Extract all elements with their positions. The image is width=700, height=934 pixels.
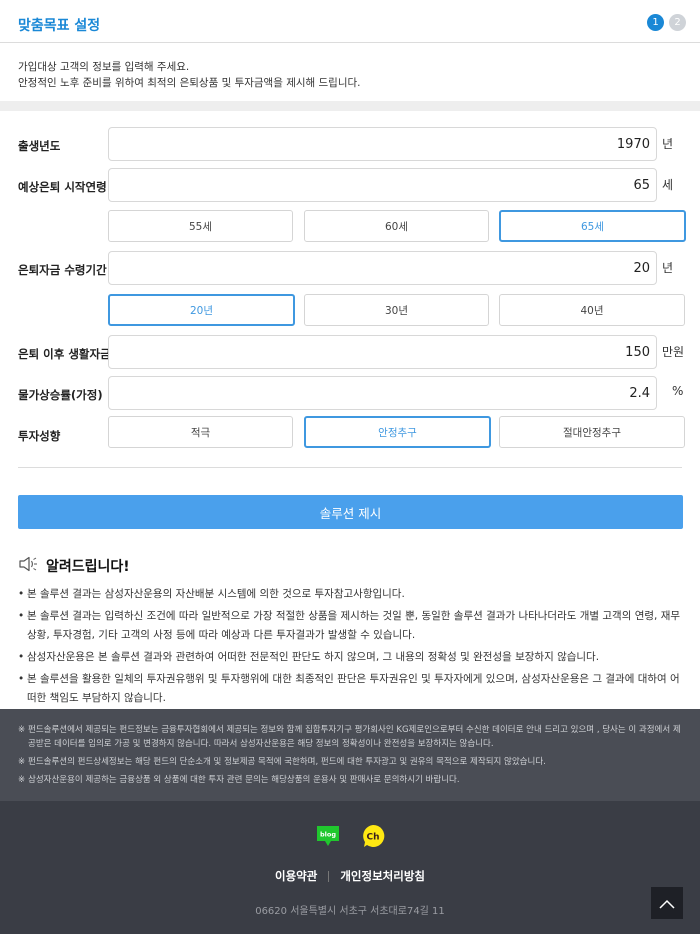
privacy-policy-link[interactable]: 개인정보처리방침 bbox=[340, 868, 425, 884]
disclaimer-item: ※ 삼성자산운용이 제공하는 금융상품 외 상품에 대한 투자 관련 문의는 해당… bbox=[18, 773, 682, 787]
terms-link[interactable]: 이용약관 bbox=[275, 868, 317, 884]
living-cost-unit: 만원 bbox=[662, 345, 685, 359]
risk-option-stable[interactable]: 안정추구 bbox=[304, 416, 491, 448]
retire-age-option-60[interactable]: 60세 bbox=[304, 210, 489, 242]
payout-period-label: 은퇴자금 수령기간 bbox=[18, 263, 107, 277]
intro-line-1: 가입대상 고객의 정보를 입력해 주세요. bbox=[18, 61, 190, 73]
retire-age-label: 예상은퇴 시작연령 bbox=[18, 180, 107, 194]
notice-list: 본 솔루션 결과는 삼성자산운용의 자산배분 시스템에 의한 것으로 투자참고사… bbox=[18, 585, 683, 711]
inflation-input[interactable]: 2.4 bbox=[108, 376, 657, 410]
company-address: 06620 서울특별시 서초구 서초대로74길 11 bbox=[255, 906, 445, 917]
footer-links: 이용약관 개인정보처리방침 bbox=[0, 868, 700, 884]
payout-period-unit: 년 bbox=[662, 261, 674, 275]
disclaimer-item: ※ 펀드솔루션의 펀드상세정보는 해당 펀드의 단순소개 및 정보제공 목적에 국… bbox=[18, 755, 682, 769]
speaker-icon bbox=[18, 556, 38, 576]
inflation-label: 물가상승률(가정) bbox=[18, 388, 103, 402]
payout-period-input[interactable]: 20 bbox=[108, 251, 657, 285]
footer-link-separator bbox=[328, 870, 330, 882]
step-1: 1 bbox=[647, 14, 664, 31]
disclaimer-mark: ※ bbox=[18, 725, 26, 735]
sns-links: blog Ch bbox=[315, 823, 386, 853]
submit-solution-button[interactable]: 솔루션 제시 bbox=[18, 495, 683, 529]
disclaimer-text: 펀드솔루션에서 제공되는 펀드정보는 금융투자협회에서 제공되는 정보와 함께 … bbox=[28, 725, 681, 749]
disclaimer-text: 삼성자산운용이 제공하는 금융상품 외 상품에 대한 투자 관련 문의는 해당상… bbox=[28, 775, 460, 785]
section-divider-band bbox=[0, 101, 700, 111]
retire-age-input[interactable]: 65 bbox=[108, 168, 657, 202]
page-header: 맞춤목표 설정 1 2 bbox=[0, 0, 700, 43]
inflation-unit: % bbox=[672, 384, 684, 398]
intro-line-2: 안정적인 노후 준비를 위하여 최적의 은퇴상품 및 투자금액을 제시해 드립니… bbox=[18, 77, 361, 89]
retire-age-option-65[interactable]: 65세 bbox=[499, 210, 686, 242]
living-cost-input[interactable]: 150 bbox=[108, 335, 657, 369]
disclaimer-mark: ※ bbox=[18, 775, 26, 785]
step-2: 2 bbox=[669, 14, 686, 31]
risk-label: 투자성향 bbox=[18, 429, 61, 443]
retire-age-unit: 세 bbox=[662, 178, 674, 192]
risk-option-aggressive[interactable]: 적극 bbox=[108, 416, 293, 448]
notice-item: 본 솔루션 결과는 입력하신 조건에 따라 일반적으로 가장 적절한 상품을 제… bbox=[18, 607, 683, 645]
birth-year-label: 출생년도 bbox=[18, 139, 61, 153]
disclaimer-mark: ※ bbox=[18, 757, 26, 767]
scroll-top-button[interactable] bbox=[651, 887, 683, 919]
living-cost-label: 은퇴 이후 생활자금 bbox=[18, 347, 111, 361]
blog-icon[interactable]: blog bbox=[315, 823, 341, 853]
step-indicator: 1 2 bbox=[647, 14, 686, 31]
blog-icon-text: blog bbox=[320, 831, 336, 839]
birth-year-unit: 년 bbox=[662, 137, 674, 151]
notice-item: 본 솔루션을 활용한 일체의 투자권유행위 및 투자행위에 대한 최종적인 판단… bbox=[18, 670, 683, 708]
notice-item: 본 솔루션 결과는 삼성자산운용의 자산배분 시스템에 의한 것으로 투자참고사… bbox=[18, 585, 683, 604]
site-footer: blog Ch 이용약관 개인정보처리방침 06620 서울특별시 서초구 서초… bbox=[0, 801, 700, 934]
disclaimer-section: ※ 펀드솔루션에서 제공되는 펀드정보는 금융투자협회에서 제공되는 정보와 함께… bbox=[0, 709, 700, 801]
risk-option-very-stable[interactable]: 절대안정추구 bbox=[499, 416, 685, 448]
payout-period-option-20[interactable]: 20년 bbox=[108, 294, 295, 326]
page-title: 맞춤목표 설정 bbox=[18, 18, 101, 34]
chevron-up-icon bbox=[659, 894, 675, 913]
notice-title: 알려드립니다! bbox=[46, 559, 130, 575]
retire-age-option-55[interactable]: 55세 bbox=[108, 210, 293, 242]
intro-text: 가입대상 고객의 정보를 입력해 주세요. 안정적인 노후 준비를 위하여 최적… bbox=[18, 59, 361, 91]
disclaimer-item: ※ 펀드솔루션에서 제공되는 펀드정보는 금융투자협회에서 제공되는 정보와 함께… bbox=[18, 723, 682, 751]
kakao-icon-text: Ch bbox=[366, 833, 379, 843]
kakao-channel-icon[interactable]: Ch bbox=[360, 823, 386, 853]
notice-item: 삼성자산운용은 본 솔루션 결과와 관련하여 어떠한 전문적인 판단도 하지 않… bbox=[18, 648, 683, 667]
payout-period-option-40[interactable]: 40년 bbox=[499, 294, 685, 326]
disclaimer-text: 펀드솔루션의 펀드상세정보는 해당 펀드의 단순소개 및 정보제공 목적에 국한… bbox=[28, 757, 546, 767]
form-divider bbox=[18, 467, 682, 468]
payout-period-option-30[interactable]: 30년 bbox=[304, 294, 489, 326]
birth-year-input[interactable]: 1970 bbox=[108, 127, 657, 161]
notice-header: 알려드립니다! bbox=[18, 556, 130, 576]
